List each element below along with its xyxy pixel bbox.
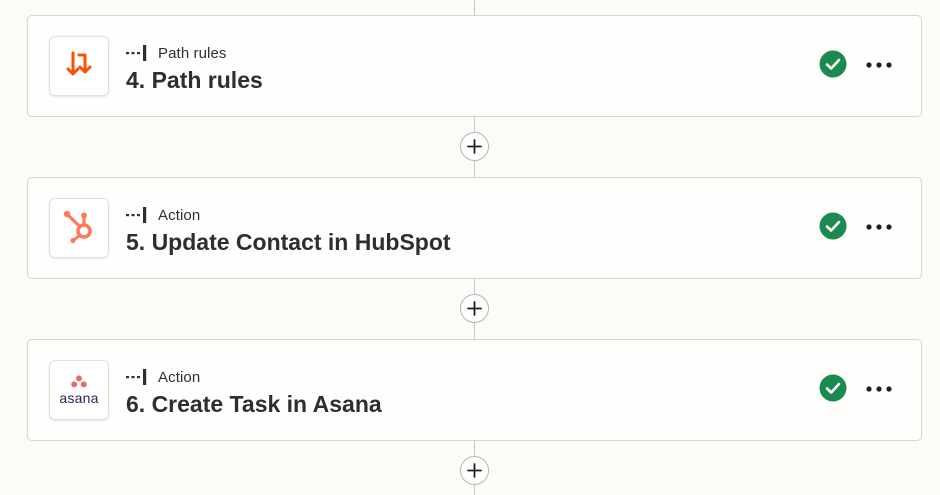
step-card[interactable]: asana Action 6. Create Task in Asana xyxy=(27,339,922,441)
step-type-icon xyxy=(126,369,150,385)
app-tile xyxy=(49,198,109,258)
hubspot-icon xyxy=(62,209,96,248)
app-tile xyxy=(49,36,109,96)
step-type-icon xyxy=(126,45,150,61)
check-circle-icon xyxy=(819,50,847,78)
step-title: 6. Create Task in Asana xyxy=(126,391,382,417)
more-options-button[interactable] xyxy=(864,376,894,402)
add-step-button[interactable] xyxy=(460,132,489,161)
step-type-label: Action xyxy=(158,206,201,224)
plus-icon xyxy=(467,463,482,478)
step-title: 4. Path rules xyxy=(126,67,263,93)
more-dots-icon xyxy=(866,62,892,68)
more-options-button[interactable] xyxy=(864,214,894,240)
asana-wordmark: asana xyxy=(59,389,99,406)
connector-line xyxy=(474,0,475,15)
step-type: Action xyxy=(126,206,200,224)
step-type-label: Action xyxy=(158,368,201,386)
step-type-label: Path rules xyxy=(158,44,227,62)
more-dots-icon xyxy=(866,224,892,230)
step-card[interactable]: Path rules 4. Path rules xyxy=(27,15,922,117)
path-rules-icon xyxy=(64,49,94,84)
add-step-button[interactable] xyxy=(460,294,489,323)
asana-icon: asana xyxy=(59,374,99,406)
step-title: 5. Update Contact in HubSpot xyxy=(126,229,451,255)
more-dots-icon xyxy=(866,386,892,392)
step-card[interactable]: Action 5. Update Contact in HubSpot xyxy=(27,177,922,279)
add-step-button[interactable] xyxy=(460,456,489,485)
plus-icon xyxy=(467,139,482,154)
step-type: Action xyxy=(126,368,200,386)
check-circle-icon xyxy=(819,374,847,402)
plus-icon xyxy=(467,301,482,316)
app-tile: asana xyxy=(49,360,109,420)
step-type: Path rules xyxy=(126,44,227,62)
step-type-icon xyxy=(126,207,150,223)
check-circle-icon xyxy=(819,212,847,240)
zap-editor-canvas: Path rules 4. Path rules Action 5. Updat… xyxy=(0,0,940,495)
more-options-button[interactable] xyxy=(864,52,894,78)
